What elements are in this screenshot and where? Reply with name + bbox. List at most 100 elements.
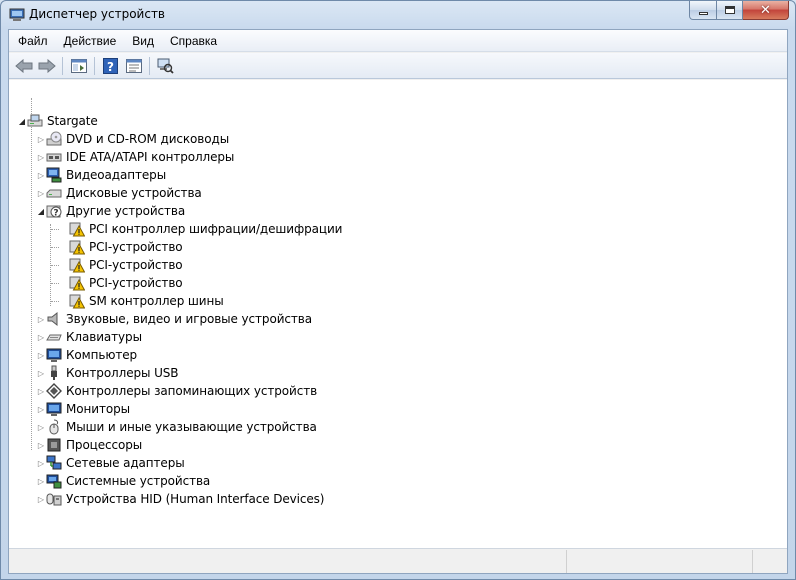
tree-node-processors[interactable]: ▷ Процессоры bbox=[36, 436, 142, 454]
expand-arrow-icon[interactable]: ▷ bbox=[36, 454, 46, 472]
expand-arrow-icon[interactable]: ▷ bbox=[36, 382, 46, 400]
tree-node-sm-bus-controller[interactable]: SM контроллер шины bbox=[69, 292, 224, 310]
toolbar: ? bbox=[9, 53, 787, 79]
toolbar-separator bbox=[149, 56, 150, 75]
expand-arrow-icon[interactable]: ▷ bbox=[36, 364, 46, 382]
tree-node-label: Stargate bbox=[47, 114, 98, 128]
tree-guide-tick bbox=[51, 283, 59, 284]
ide-controller-icon bbox=[46, 153, 62, 162]
display-adapter-icon bbox=[46, 167, 62, 183]
forward-arrow-icon bbox=[38, 58, 56, 73]
tree-node-label: Мыши и иные указывающие устройства bbox=[66, 420, 317, 434]
warning-device-icon bbox=[69, 276, 85, 291]
expand-arrow-icon[interactable]: ▷ bbox=[36, 328, 46, 346]
tree-node-disk-drives[interactable]: ▷ Дисковые устройства bbox=[36, 184, 202, 202]
warning-device-icon bbox=[69, 222, 85, 237]
forward-button[interactable] bbox=[35, 55, 58, 77]
unknown-device-icon: ? bbox=[46, 205, 62, 219]
tree-node-label: Мониторы bbox=[66, 402, 130, 416]
close-button[interactable]: ✕ bbox=[743, 1, 789, 20]
device-tree[interactable]: ◢ Stargate ▷ DVD и CD-ROM дисководы ▷ ID… bbox=[9, 80, 787, 549]
expand-arrow-icon[interactable]: ▷ bbox=[36, 346, 46, 364]
tree-node-label: Сетевые адаптеры bbox=[66, 456, 185, 470]
tree-node-mice[interactable]: ▷ Мыши и иные указывающие устройства bbox=[36, 418, 317, 436]
tree-node-hid[interactable]: ▷ Устройства HID (Human Interface Device… bbox=[36, 490, 325, 508]
tree-node-pci-device-1[interactable]: PCI-устройство bbox=[69, 238, 183, 256]
tree-node-label: Контроллеры запоминающих устройств bbox=[66, 384, 318, 398]
tree-node-system-devices[interactable]: ▷ Системные устройства bbox=[36, 472, 210, 490]
tree-node-ide[interactable]: ▷ IDE ATA/ATAPI контроллеры bbox=[36, 148, 234, 166]
menu-view[interactable]: Вид bbox=[124, 31, 162, 51]
tree-node-pci-device-3[interactable]: PCI-устройство bbox=[69, 274, 183, 292]
tree-node-label: Другие устройства bbox=[66, 204, 186, 218]
scan-hardware-button[interactable] bbox=[154, 55, 177, 77]
collapse-arrow-icon[interactable]: ◢ bbox=[36, 202, 46, 220]
close-icon: ✕ bbox=[760, 2, 771, 18]
properties-icon bbox=[70, 58, 87, 73]
tree-node-storage-controllers[interactable]: ▷ Контроллеры запоминающих устройств bbox=[36, 382, 317, 400]
tree-node-root[interactable]: ◢ Stargate bbox=[17, 112, 98, 130]
expand-arrow-icon[interactable]: ▷ bbox=[36, 436, 46, 454]
minimize-button[interactable] bbox=[689, 1, 717, 20]
tree-node-display-adapters[interactable]: ▷ Видеоадаптеры bbox=[36, 166, 166, 184]
status-pane-secondary bbox=[567, 550, 753, 573]
usb-icon bbox=[51, 365, 57, 380]
tree-node-keyboards[interactable]: ▷ Клавиатуры bbox=[36, 328, 142, 346]
expand-arrow-icon[interactable]: ▷ bbox=[36, 130, 46, 148]
tree-node-network-adapters[interactable]: ▷ Сетевые адаптеры bbox=[36, 454, 185, 472]
tree-node-label: Процессоры bbox=[66, 438, 143, 452]
minimize-icon bbox=[698, 11, 708, 15]
menu-bar: Файл Действие Вид Справка bbox=[9, 30, 787, 52]
warning-device-icon bbox=[69, 258, 85, 273]
tree-guide-tick bbox=[51, 265, 59, 266]
back-arrow-icon bbox=[14, 58, 32, 73]
device-manager-app-icon bbox=[9, 8, 25, 21]
expand-arrow-icon[interactable]: ▷ bbox=[36, 400, 46, 418]
device-manager-window: Диспетчер устройств ✕ Файл Действие Вид … bbox=[0, 0, 796, 580]
expand-arrow-icon[interactable]: ▷ bbox=[36, 472, 46, 490]
collapse-arrow-icon[interactable]: ◢ bbox=[17, 112, 27, 130]
system-device-icon bbox=[46, 474, 62, 489]
storage-controller-icon bbox=[46, 383, 62, 399]
title-bar[interactable]: Диспетчер устройств ✕ bbox=[1, 1, 795, 28]
tree-node-other-devices[interactable]: ◢ ? Другие устройства bbox=[36, 202, 185, 220]
tree-node-label: Компьютер bbox=[66, 348, 138, 362]
menu-help[interactable]: Справка bbox=[162, 31, 225, 51]
tree-node-pci-crypto-controller[interactable]: PCI контроллер шифрации/дешифрации bbox=[69, 220, 342, 238]
warning-device-icon bbox=[69, 240, 85, 255]
tree-node-sound[interactable]: ▷ Звуковые, видео и игровые устройства bbox=[36, 310, 312, 328]
tree-node-monitors[interactable]: ▷ Мониторы bbox=[36, 400, 130, 418]
properties-button[interactable] bbox=[67, 55, 90, 77]
expand-arrow-icon[interactable]: ▷ bbox=[36, 310, 46, 328]
hid-icon bbox=[46, 493, 62, 506]
processor-icon bbox=[47, 438, 61, 452]
expand-arrow-icon[interactable]: ▷ bbox=[36, 166, 46, 184]
tree-node-label: PCI-устройство bbox=[89, 240, 183, 254]
tree-node-computer[interactable]: ▷ Компьютер bbox=[36, 346, 137, 364]
tree-node-label: Видеоадаптеры bbox=[66, 168, 167, 182]
disk-drive-icon bbox=[46, 189, 62, 198]
tree-node-dvd[interactable]: ▷ DVD и CD-ROM дисководы bbox=[36, 130, 229, 148]
mouse-icon bbox=[49, 419, 59, 435]
back-button[interactable] bbox=[12, 55, 35, 77]
tree-node-usb[interactable]: ▷ Контроллеры USB bbox=[36, 364, 179, 382]
help-button[interactable]: ? bbox=[99, 55, 122, 77]
tree-node-label: PCI-устройство bbox=[89, 276, 183, 290]
menu-action[interactable]: Действие bbox=[56, 31, 125, 51]
toolbar-separator bbox=[94, 56, 95, 75]
view-icon bbox=[125, 58, 142, 73]
tree-node-pci-device-2[interactable]: PCI-устройство bbox=[69, 256, 183, 274]
expand-arrow-icon[interactable]: ▷ bbox=[36, 418, 46, 436]
expand-arrow-icon[interactable]: ▷ bbox=[36, 490, 46, 508]
tree-node-label: SM контроллер шины bbox=[89, 294, 224, 308]
maximize-button[interactable] bbox=[717, 1, 743, 20]
view-button[interactable] bbox=[122, 55, 145, 77]
toolbar-separator bbox=[62, 56, 63, 75]
menu-file[interactable]: Файл bbox=[9, 31, 56, 51]
tree-node-label: PCI контроллер шифрации/дешифрации bbox=[89, 222, 343, 236]
network-adapter-icon bbox=[46, 455, 62, 470]
expand-arrow-icon[interactable]: ▷ bbox=[36, 184, 46, 202]
expand-arrow-icon[interactable]: ▷ bbox=[36, 148, 46, 166]
dvd-drive-icon bbox=[46, 131, 62, 146]
tree-node-label: Системные устройства bbox=[66, 474, 211, 488]
